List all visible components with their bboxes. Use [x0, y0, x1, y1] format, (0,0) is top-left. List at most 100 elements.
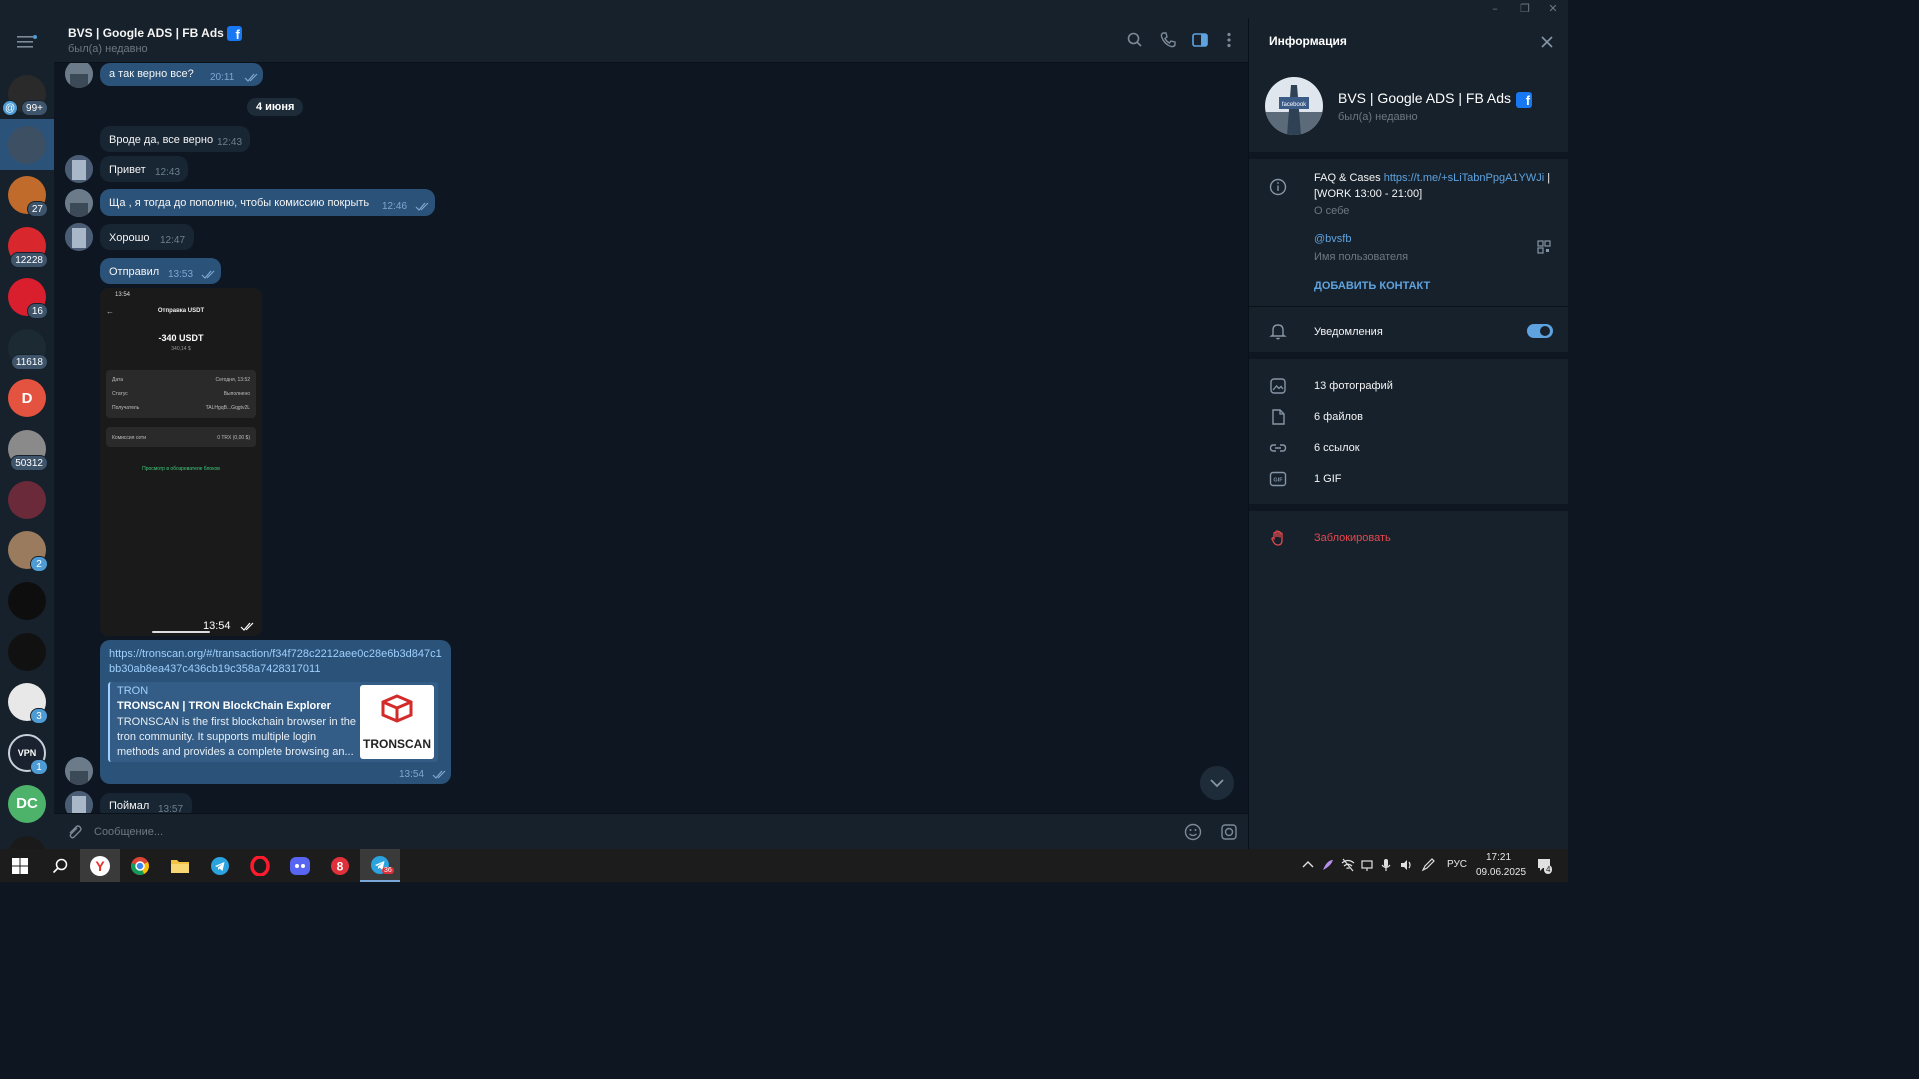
- file-icon: [1272, 409, 1285, 425]
- photo-home-indicator: [152, 631, 210, 633]
- rail-chat-12[interactable]: [0, 626, 54, 677]
- tray-wifi-off-icon[interactable]: [1341, 858, 1355, 872]
- photo-row-value: Сегодня, 13:52: [215, 377, 250, 383]
- profile-avatar[interactable]: facebook: [1265, 77, 1323, 135]
- block-button[interactable]: Заблокировать: [1314, 532, 1391, 544]
- avatar-initials: VPN: [17, 748, 37, 759]
- bio-link[interactable]: https://t.me/+sLiTabnPpgA1YWJi: [1384, 172, 1545, 184]
- message-list[interactable]: а так верно все? 20:11 4 июня Вроде да, …: [54, 63, 1248, 813]
- message-bubble[interactable]: Отправил 13:53: [100, 258, 221, 284]
- file-explorer-icon[interactable]: [160, 849, 200, 882]
- message-bubble[interactable]: Привет 12:43: [100, 156, 188, 182]
- message-time: 12:47: [160, 235, 186, 246]
- message-time: 12:46: [382, 201, 408, 212]
- link-thumb-text: TRONSCAN: [363, 737, 431, 751]
- message-bubble[interactable]: Поймал 13:57: [100, 793, 192, 813]
- rail-chat-6[interactable]: 11618: [0, 322, 54, 373]
- avatar[interactable]: [65, 223, 93, 251]
- rail-chat-bvs[interactable]: [0, 118, 54, 170]
- message-time: 12:43: [155, 167, 181, 178]
- message-text: Вроде да, все верно: [109, 134, 214, 146]
- avatar[interactable]: [65, 189, 93, 217]
- svg-text:facebook: facebook: [1282, 102, 1307, 108]
- avatar[interactable]: [65, 63, 93, 88]
- minimize-button[interactable]: –: [1480, 0, 1510, 18]
- rail-chat-13[interactable]: 3: [0, 676, 54, 727]
- search-icon[interactable]: [1125, 30, 1145, 50]
- media-photos[interactable]: 13 фотографий: [1314, 380, 1393, 392]
- notifications-toggle[interactable]: [1527, 324, 1553, 338]
- bio-suffix: |: [1544, 172, 1551, 184]
- video-message-icon[interactable]: [1220, 823, 1238, 841]
- rail-chat-vpn[interactable]: VPN 1: [0, 727, 54, 778]
- chrome-icon[interactable]: [120, 849, 160, 882]
- rail-chat-10[interactable]: 2: [0, 524, 54, 575]
- sidebar-toggle-icon[interactable]: [1190, 30, 1210, 50]
- tray-chevron-up-icon[interactable]: [1301, 858, 1315, 872]
- tray-language[interactable]: РУС: [1447, 859, 1467, 870]
- link-message[interactable]: https://tronscan.org/#/transaction/f34f7…: [100, 640, 451, 784]
- tray-volume-icon[interactable]: [1399, 858, 1413, 872]
- avatar[interactable]: [65, 791, 93, 813]
- media-gifs[interactable]: 1 GIF: [1314, 473, 1342, 485]
- rail-chat-softie[interactable]: softie: [0, 829, 54, 849]
- tray-feather-icon[interactable]: [1321, 858, 1335, 872]
- rail-chat-8[interactable]: 50312: [0, 423, 54, 474]
- tray-time[interactable]: 17:21: [1486, 852, 1511, 863]
- link-icon: [1269, 444, 1287, 452]
- mention-badge: @: [2, 100, 19, 116]
- opera-icon[interactable]: [240, 849, 280, 882]
- maximize-button[interactable]: ❐: [1510, 0, 1540, 18]
- yandex-browser-icon[interactable]: Y: [80, 849, 120, 882]
- rail-chat-11[interactable]: [0, 575, 54, 626]
- chat-title-text: BVS | Google ADS | FB Ads: [68, 26, 224, 40]
- message-link[interactable]: https://tronscan.org/#/transaction/f34f7…: [109, 647, 445, 677]
- close-icon[interactable]: [1539, 34, 1555, 50]
- tray-date[interactable]: 09.06.2025: [1476, 867, 1526, 878]
- photo-message[interactable]: 13:54 ← Отправка USDT -340 USDT 340,14 $…: [100, 288, 262, 636]
- tray-network-icon[interactable]: [1360, 858, 1374, 872]
- media-links[interactable]: 6 ссылок: [1314, 442, 1360, 454]
- telegram-active-taskbar-icon[interactable]: 36: [360, 849, 400, 882]
- message-text: Ща , я тогда до пополню, чтобы комиссию …: [109, 197, 370, 209]
- menu-icon[interactable]: [17, 34, 37, 48]
- tray-microphone-icon[interactable]: [1379, 858, 1393, 872]
- taskbar-search-icon[interactable]: [40, 849, 80, 882]
- rail-chat-9[interactable]: [0, 474, 54, 525]
- windows-start-button[interactable]: [0, 849, 40, 882]
- message-bubble[interactable]: Ща , я тогда до пополню, чтобы комиссию …: [100, 189, 435, 216]
- message-bubble[interactable]: Хорошо 12:47: [100, 224, 194, 250]
- avatar[interactable]: [65, 155, 93, 183]
- telegram-taskbar-icon[interactable]: [200, 849, 240, 882]
- rail-chat-4[interactable]: 12228: [0, 220, 54, 271]
- add-contact-button[interactable]: ДОБАВИТЬ КОНТАКТ: [1314, 280, 1430, 292]
- more-icon[interactable]: [1219, 30, 1239, 50]
- tray-pen-icon[interactable]: [1421, 858, 1435, 872]
- read-ticks-icon: [201, 270, 215, 279]
- message-bubble[interactable]: а так верно все? 20:11: [100, 63, 263, 86]
- rail-chat-dc[interactable]: DC: [0, 778, 54, 829]
- rail-chat-1[interactable]: 99+ @: [0, 68, 54, 119]
- rail-chat-3[interactable]: 27: [0, 169, 54, 220]
- link-preview[interactable]: TRON TRONSCAN | TRON BlockChain Explorer…: [108, 682, 438, 762]
- attach-icon[interactable]: [66, 824, 82, 840]
- message-input[interactable]: [94, 822, 1094, 842]
- close-window-button[interactable]: ✕: [1538, 0, 1568, 18]
- qr-code-icon[interactable]: [1537, 240, 1551, 254]
- avatar: softie: [8, 835, 46, 849]
- message-time: 13:54: [203, 620, 231, 632]
- chat-title[interactable]: BVS | Google ADS | FB Ads f: [68, 26, 242, 42]
- photo-row-value: TALHgqB...Gqgtv2L: [205, 405, 250, 411]
- app-red-icon[interactable]: 8: [320, 849, 360, 882]
- scroll-down-button[interactable]: [1200, 766, 1234, 800]
- discord-icon[interactable]: [280, 849, 320, 882]
- emoji-icon[interactable]: [1184, 823, 1202, 841]
- message-bubble[interactable]: Вроде да, все верно 12:43: [100, 126, 250, 152]
- rail-chat-5[interactable]: 16: [0, 271, 54, 322]
- phone-icon[interactable]: [1158, 30, 1178, 50]
- username[interactable]: @bvsfb: [1314, 233, 1351, 245]
- media-files[interactable]: 6 файлов: [1314, 411, 1363, 423]
- rail-chat-d[interactable]: D: [0, 372, 54, 423]
- facebook-icon: f: [226, 26, 242, 42]
- avatar[interactable]: [65, 757, 93, 785]
